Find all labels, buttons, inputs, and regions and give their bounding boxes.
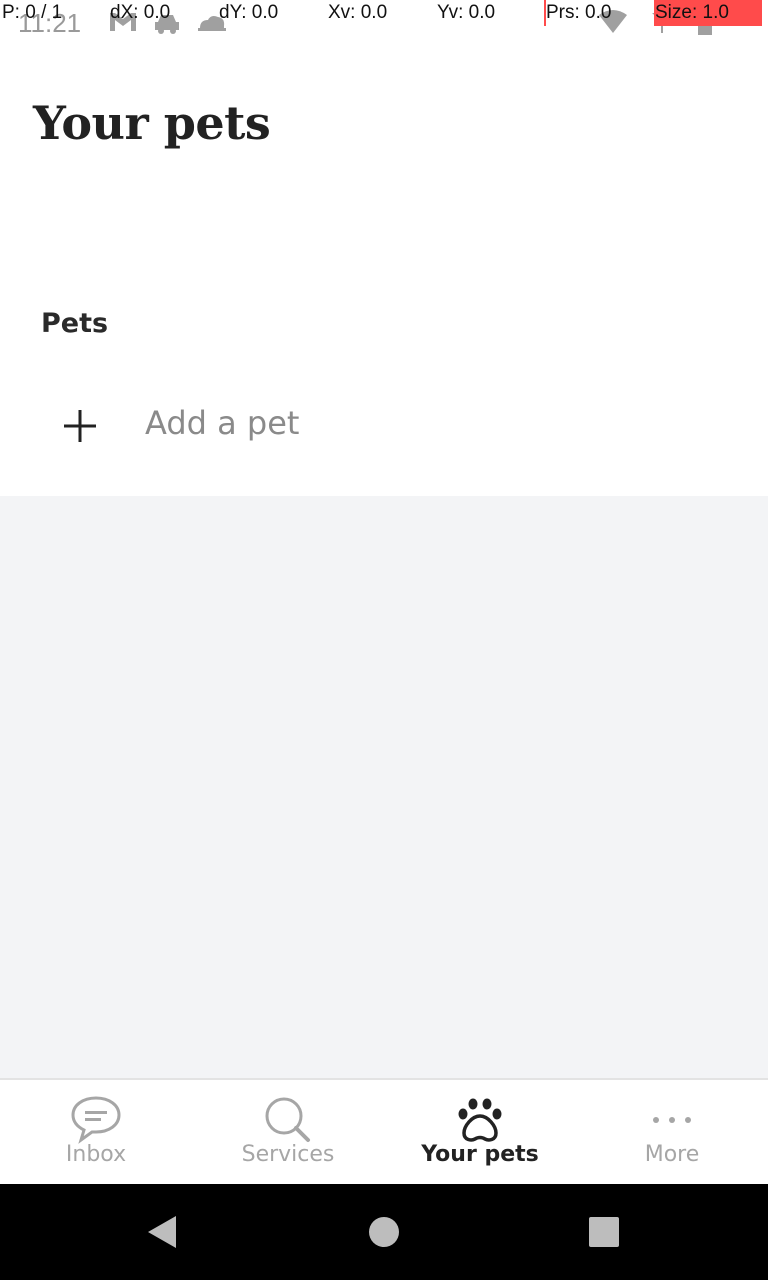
overlay-prs: Prs: 0.0 <box>546 2 612 23</box>
back-button[interactable] <box>114 1184 210 1280</box>
home-button[interactable] <box>336 1184 432 1280</box>
home-icon <box>336 1217 432 1284</box>
overlay-dx: dX: 0.0 <box>110 2 171 23</box>
nav-label-more: More <box>644 1142 700 1167</box>
empty-content-area <box>0 496 768 1078</box>
overlay-dy: dY: 0.0 <box>219 2 279 23</box>
system-navigation-bar <box>0 1184 768 1280</box>
page-title: Your pets <box>33 96 271 150</box>
search-icon <box>262 1094 314 1146</box>
nav-label-services: Services <box>241 1142 335 1167</box>
chat-bubble-icon <box>70 1094 122 1146</box>
nav-tab-more[interactable]: More <box>576 1080 768 1184</box>
overlay-yv: Yv: 0.0 <box>437 2 496 23</box>
paw-icon <box>454 1094 506 1146</box>
add-pet-label: Add a pet <box>145 404 300 442</box>
overlay-pointer: P: 0 / 1 <box>2 2 63 23</box>
pets-section-label: Pets <box>41 308 109 339</box>
bottom-navigation: Inbox Services Your pets More <box>0 1078 768 1184</box>
nav-label-your-pets: Your pets <box>421 1142 539 1167</box>
pointer-debug-overlay: P: 0 / 1 dX: 0.0 dY: 0.0 Xv: 0.0 Yv: 0.0… <box>0 0 768 26</box>
plus-icon <box>62 408 98 444</box>
add-pet-button[interactable]: Add a pet <box>0 378 768 474</box>
recents-icon <box>556 1217 652 1284</box>
recents-button[interactable] <box>556 1184 652 1280</box>
nav-label-inbox: Inbox <box>65 1142 127 1167</box>
nav-tab-inbox[interactable]: Inbox <box>0 1080 192 1184</box>
nav-tab-your-pets[interactable]: Your pets <box>384 1080 576 1184</box>
overlay-xv: Xv: 0.0 <box>328 2 388 23</box>
back-icon <box>114 1216 210 1284</box>
overlay-size: Size: 1.0 <box>655 2 729 23</box>
nav-tab-services[interactable]: Services <box>192 1080 384 1184</box>
more-dots-icon <box>646 1094 698 1146</box>
